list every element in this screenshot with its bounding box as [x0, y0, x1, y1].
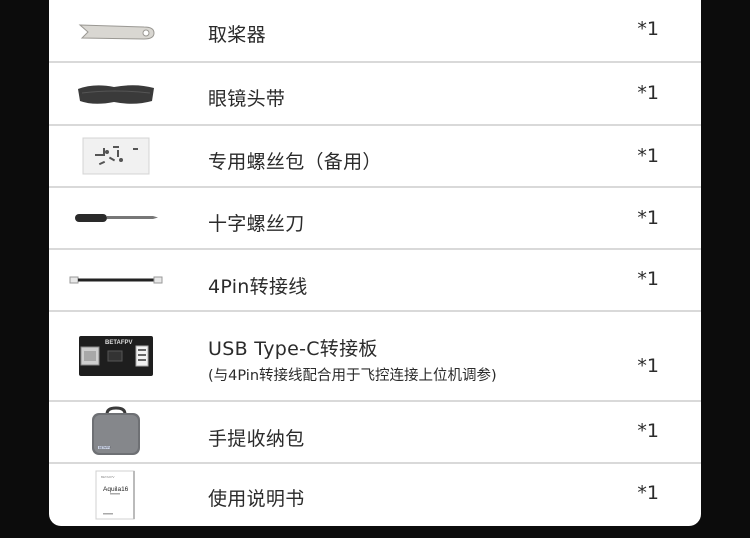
item-name: 4Pin转接线: [208, 276, 308, 298]
item-name: 眼镜头带: [208, 88, 286, 110]
screwdriver-icon: [61, 188, 171, 248]
svg-text:BETAFPV: BETAFPV: [99, 446, 111, 450]
list-item: 专用螺丝包（备用） *1: [49, 126, 701, 188]
manual-icon: BETAFPV Aquila16: [61, 464, 171, 526]
list-item: 十字螺丝刀 *1: [49, 188, 701, 250]
prop-remover-icon: [61, 0, 171, 61]
list-item: 眼镜头带 *1: [49, 63, 701, 126]
adapter-board-icon: BETAFPV: [61, 312, 171, 400]
item-quantity: *1: [637, 420, 659, 442]
item-quantity: *1: [637, 82, 659, 104]
item-name: 取桨器: [208, 24, 266, 46]
item-quantity: *1: [637, 355, 659, 377]
list-item: BETAFPV USB Type-C转接板 (与4Pin转接线配合用于飞控连接上…: [49, 312, 701, 402]
list-item: 4Pin转接线 *1: [49, 250, 701, 312]
item-quantity: *1: [637, 145, 659, 167]
item-quantity: *1: [637, 18, 659, 40]
item-quantity: *1: [637, 268, 659, 290]
screw-pack-icon: [61, 126, 171, 186]
accessory-list: 取桨器 *1 眼镜头带 *1 专用螺丝包（备用） *1 十字螺丝刀 *1 4Pi…: [49, 0, 701, 526]
item-name: USB Type-C转接板: [208, 338, 378, 360]
item-quantity: *1: [637, 207, 659, 229]
item-name: 专用螺丝包（备用）: [208, 151, 382, 173]
item-name: 使用说明书: [208, 488, 305, 510]
item-name: 手提收纳包: [208, 428, 305, 450]
svg-text:BETAFPV: BETAFPV: [101, 475, 114, 479]
svg-text:BETAFPV: BETAFPV: [105, 340, 133, 346]
list-item: BETAFPV 手提收纳包 *1: [49, 402, 701, 464]
svg-text:Aquila16: Aquila16: [103, 486, 129, 493]
list-item: BETAFPV Aquila16 使用说明书 *1: [49, 464, 701, 526]
cable-icon: [61, 250, 171, 310]
carry-case-icon: BETAFPV: [61, 402, 171, 462]
item-name: 十字螺丝刀: [208, 213, 305, 235]
list-item: 取桨器 *1: [49, 0, 701, 63]
goggle-strap-icon: [61, 63, 171, 124]
item-quantity: *1: [637, 482, 659, 504]
item-note: (与4Pin转接线配合用于飞控连接上位机调参): [208, 368, 497, 384]
